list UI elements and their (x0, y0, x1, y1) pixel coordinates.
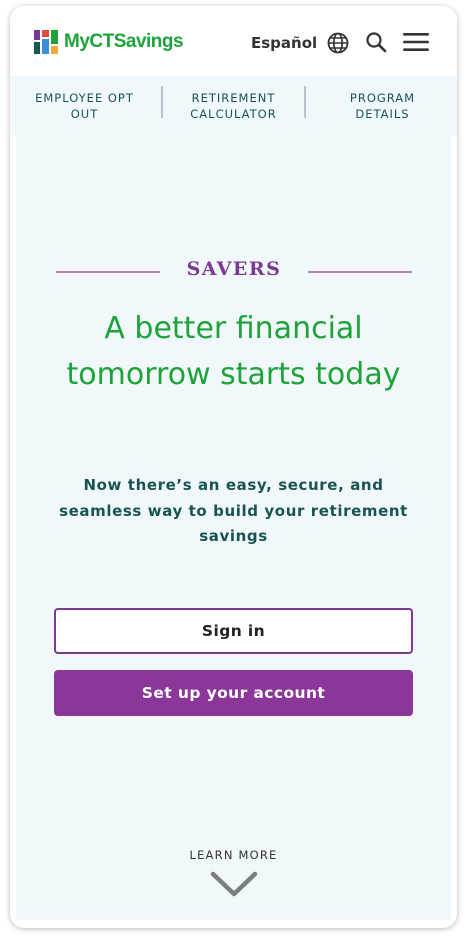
site-logo[interactable]: MyCTSavings (34, 30, 184, 54)
nav-divider (304, 86, 306, 118)
nav-retirement-calculator[interactable]: RETIREMENT CALCULATOR (159, 76, 308, 136)
chevron-down-icon[interactable] (209, 870, 259, 900)
nav-program-details[interactable]: PROGRAM DETAILS (308, 76, 457, 136)
eyebrow-label: SAVERS (186, 258, 282, 280)
secondary-nav: EMPLOYEE OPT OUT RETIREMENT CALCULATOR P… (10, 76, 457, 136)
learn-more-label[interactable]: LEARN MORE (16, 848, 451, 862)
hamburger-menu-icon[interactable] (403, 33, 429, 51)
sign-in-button[interactable]: Sign in (54, 608, 413, 654)
globe-icon (327, 32, 349, 54)
language-label: Español (251, 34, 318, 52)
logo-text: MyCTSavings (64, 31, 184, 52)
language-toggle[interactable]: Español (251, 32, 349, 54)
phone-frame: MyCTSavings Español EMPLOYEE OPT OUT RET… (10, 6, 457, 928)
hero-subhead: Now there’s an easy, secure, and seamles… (59, 476, 408, 545)
hero-section: SAVERS A better financial tomorrow start… (16, 136, 451, 920)
nav-divider (161, 86, 163, 118)
hero-headline: A better financial tomorrow starts today (66, 311, 401, 392)
eyebrow-row: SAVERS (56, 258, 412, 286)
nav-employee-opt-out[interactable]: EMPLOYEE OPT OUT (10, 76, 159, 136)
eyebrow-rule-right (308, 271, 412, 273)
set-up-account-button[interactable]: Set up your account (54, 670, 413, 716)
site-header: MyCTSavings Español (10, 6, 457, 76)
logo-mark-icon (34, 30, 58, 54)
search-icon[interactable] (365, 31, 387, 53)
